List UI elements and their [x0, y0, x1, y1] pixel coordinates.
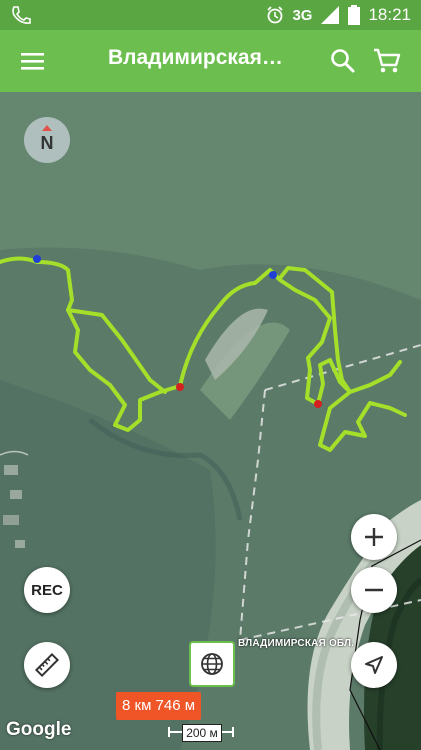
zoom-out-button[interactable] [351, 567, 397, 613]
signal-icon [321, 6, 340, 24]
waypoint-red [314, 400, 322, 408]
ruler-icon [34, 652, 60, 678]
app-bar: Владимирская… [0, 30, 421, 92]
phone-icon [12, 6, 31, 24]
region-label: ВЛАДИМИРСКАЯ ОБЛ. [238, 638, 355, 649]
waypoint-start-blue [33, 255, 41, 263]
waypoint-red [176, 383, 184, 391]
compass-button[interactable]: N [24, 117, 70, 163]
waypoint-blue [269, 271, 277, 279]
google-logo: Google [6, 719, 72, 740]
compass-label: N [40, 132, 54, 153]
globe-icon [201, 653, 223, 675]
minus-icon [365, 588, 383, 592]
search-icon[interactable] [328, 46, 358, 76]
track-distance: 8 км 746 м [116, 692, 202, 720]
navigation-arrow-icon [365, 656, 383, 674]
status-bar: 3G 18:21 [0, 0, 421, 30]
my-location-button[interactable] [351, 642, 397, 688]
page-title: Владимирская… [108, 46, 283, 69]
network-type: 3G [292, 6, 313, 24]
zoom-in-button[interactable] [351, 514, 397, 560]
rec-label: REC [31, 581, 63, 599]
rec-button[interactable]: REC [24, 567, 70, 613]
battery-icon [348, 5, 361, 25]
scale-bar: 200 м [168, 724, 234, 742]
alarm-icon [267, 6, 284, 24]
map-layers-button[interactable] [189, 641, 235, 687]
scale-label: 200 м [182, 724, 222, 742]
measure-button[interactable] [24, 642, 70, 688]
plus-icon [365, 528, 383, 546]
cart-icon[interactable] [372, 46, 402, 76]
clock: 18:21 [368, 5, 411, 24]
menu-icon[interactable] [17, 48, 49, 74]
compass-arrow-icon [42, 125, 52, 131]
